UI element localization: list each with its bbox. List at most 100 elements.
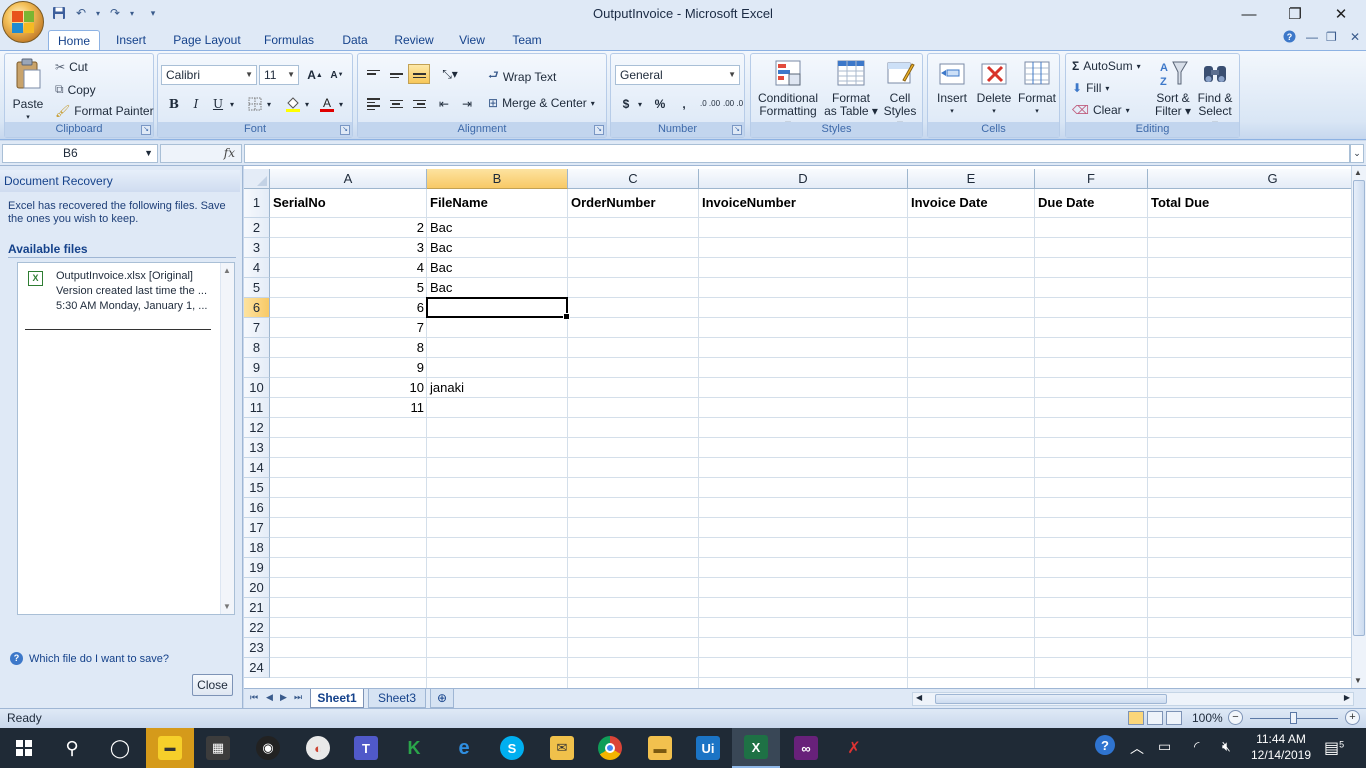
row-header-18[interactable]: 18 xyxy=(244,538,270,558)
vertical-scrollbar[interactable]: ▲ ▼ xyxy=(1351,166,1366,688)
ribbon-minimize-icon[interactable]: — xyxy=(1306,30,1318,44)
tab-review[interactable]: Review xyxy=(388,30,440,50)
fill-color-button[interactable] xyxy=(282,94,304,114)
tab-team[interactable]: Team xyxy=(504,30,550,50)
borders-button[interactable] xyxy=(244,94,266,114)
tab-view[interactable]: View xyxy=(452,30,492,50)
prev-sheet-icon[interactable]: ◀ xyxy=(266,692,273,703)
currency-button[interactable]: $ xyxy=(615,94,637,114)
scroll-down-icon[interactable]: ▼ xyxy=(1354,676,1362,685)
font-color-button[interactable]: A xyxy=(316,94,338,114)
volume-muted-icon[interactable]: 🔇︎ xyxy=(1222,738,1231,755)
row-header-17[interactable]: 17 xyxy=(244,518,270,538)
search-icon[interactable]: ⚲ xyxy=(48,728,96,768)
insert-function-button[interactable]: fx xyxy=(224,146,235,160)
app-icon[interactable]: ✗ xyxy=(830,728,878,768)
kaspersky-icon[interactable]: K xyxy=(390,728,438,768)
chrome-icon[interactable] xyxy=(586,728,634,768)
row-header-13[interactable]: 13 xyxy=(244,438,270,458)
orientation-button[interactable]: ⤡▾ xyxy=(436,64,464,84)
row-header-20[interactable]: 20 xyxy=(244,578,270,598)
underline-button[interactable]: U xyxy=(207,94,229,114)
filename-cell[interactable]: Bac xyxy=(427,220,568,238)
header-cell[interactable]: Due Date xyxy=(1035,195,1148,222)
workbook-close-icon[interactable]: ✕ xyxy=(1350,30,1360,44)
excel-taskbar-icon[interactable]: X xyxy=(732,728,780,768)
alignment-launcher-icon[interactable]: ↘ xyxy=(594,125,604,135)
increase-indent-button[interactable]: ⇥ xyxy=(456,94,478,114)
insert-sheet-icon[interactable]: ⊕ xyxy=(430,689,454,708)
header-cell[interactable]: InvoiceNumber xyxy=(699,195,908,222)
expand-formula-bar-icon[interactable]: ⌄ xyxy=(1350,144,1364,163)
file-explorer-icon[interactable]: ▬ xyxy=(636,728,684,768)
mail-icon[interactable]: ✉ xyxy=(538,728,586,768)
tab-formulas[interactable]: Formulas xyxy=(258,30,320,50)
visual-studio-icon[interactable]: ∞ xyxy=(782,728,830,768)
tab-page-layout[interactable]: Page Layout xyxy=(168,30,246,50)
insert-cells-button[interactable]: Insert ▾ xyxy=(932,58,972,118)
row-header-5[interactable]: 5 xyxy=(244,278,270,298)
last-sheet-icon[interactable]: ⏭ xyxy=(294,692,302,703)
clipboard-launcher-icon[interactable]: ↘ xyxy=(141,125,151,135)
tab-data[interactable]: Data xyxy=(334,30,376,50)
horizontal-scrollbar[interactable]: ◀ ▶ xyxy=(912,692,1354,706)
internet-explorer-icon[interactable]: e xyxy=(440,728,488,768)
row-header-24[interactable]: 24 xyxy=(244,658,270,678)
file-list-scrollbar[interactable]: ▲ ▼ xyxy=(220,263,234,614)
comma-button[interactable]: , xyxy=(673,94,695,114)
normal-view-icon[interactable] xyxy=(1128,711,1144,725)
merge-center-button[interactable]: ⊞ Merge & Center ▾ xyxy=(488,96,595,110)
format-as-table-button[interactable]: Format as Table ▾ xyxy=(823,58,879,118)
percent-button[interactable]: % xyxy=(649,94,671,114)
teams-icon[interactable]: T xyxy=(342,728,390,768)
row-header-8[interactable]: 8 xyxy=(244,338,270,358)
help-tray-icon[interactable]: ? xyxy=(1094,735,1116,759)
scroll-left-icon[interactable]: ◀ xyxy=(916,693,922,702)
grow-font-button[interactable]: A ▲ xyxy=(304,65,326,85)
autosum-button[interactable]: Σ AutoSum ▾ xyxy=(1072,59,1141,73)
sort-filter-button[interactable]: AZ Sort & Filter ▾ xyxy=(1152,58,1194,118)
align-bottom-button[interactable] xyxy=(408,64,430,84)
page-layout-view-icon[interactable] xyxy=(1147,711,1163,725)
recovered-file-item[interactable]: X OutputInvoice.xlsx [Original] Version … xyxy=(26,269,222,314)
column-header-c[interactable]: C xyxy=(568,169,699,189)
borders-dropdown-icon[interactable]: ▾ xyxy=(264,94,274,114)
fill-button[interactable]: ⬇ Fill ▾ xyxy=(1072,81,1109,95)
zoom-slider-thumb[interactable] xyxy=(1290,712,1297,724)
action-center-icon[interactable]: ▤5 xyxy=(1324,738,1344,758)
find-select-button[interactable]: Find & Select ▾ xyxy=(1194,58,1236,131)
row-header-21[interactable]: 21 xyxy=(244,598,270,618)
copy-button[interactable]: ⧉ Copy xyxy=(55,82,96,97)
header-cell[interactable]: OrderNumber xyxy=(568,195,699,222)
system-clock[interactable]: 11:44 AM 12/14/2019 xyxy=(1246,731,1316,763)
row-header-10[interactable]: 10 xyxy=(244,378,270,398)
fill-color-dropdown-icon[interactable]: ▾ xyxy=(302,94,312,114)
sticky-notes-icon[interactable]: ▬ xyxy=(146,728,194,768)
horizontal-scroll-thumb[interactable] xyxy=(935,694,1167,704)
scroll-up-icon[interactable]: ▲ xyxy=(1354,168,1362,177)
which-file-help-link[interactable]: ? Which file do I want to save? xyxy=(10,652,169,665)
row-header-1[interactable]: 1 xyxy=(244,189,270,218)
wrap-text-button[interactable]: ⮐ Wrap Text xyxy=(488,66,556,87)
increase-decimal-button[interactable]: .0 .00 xyxy=(699,94,721,114)
obs-icon[interactable]: ◉ xyxy=(244,728,292,768)
row-header-22[interactable]: 22 xyxy=(244,618,270,638)
column-header-f[interactable]: F xyxy=(1035,169,1148,189)
paste-button[interactable]: Paste ▾ xyxy=(9,58,47,124)
serial-cell[interactable]: 2 xyxy=(270,220,427,238)
row-header-16[interactable]: 16 xyxy=(244,498,270,518)
bold-button[interactable]: B xyxy=(163,94,185,114)
format-cells-button[interactable]: Format ▾ xyxy=(1016,58,1058,118)
paint-icon[interactable]: ◐ xyxy=(294,728,342,768)
italic-button[interactable]: I xyxy=(185,94,207,114)
select-all-button[interactable] xyxy=(244,169,270,189)
align-left-button[interactable] xyxy=(362,94,384,114)
serial-cell[interactable]: 4 xyxy=(270,260,427,278)
battery-icon[interactable]: ▭ xyxy=(1158,738,1171,755)
zoom-in-button[interactable]: + xyxy=(1345,710,1360,725)
row-header-7[interactable]: 7 xyxy=(244,318,270,338)
scroll-up-icon[interactable]: ▲ xyxy=(223,266,231,275)
row-header-4[interactable]: 4 xyxy=(244,258,270,278)
zoom-out-button[interactable]: − xyxy=(1228,710,1243,725)
filename-cell[interactable]: Bac xyxy=(427,280,568,298)
